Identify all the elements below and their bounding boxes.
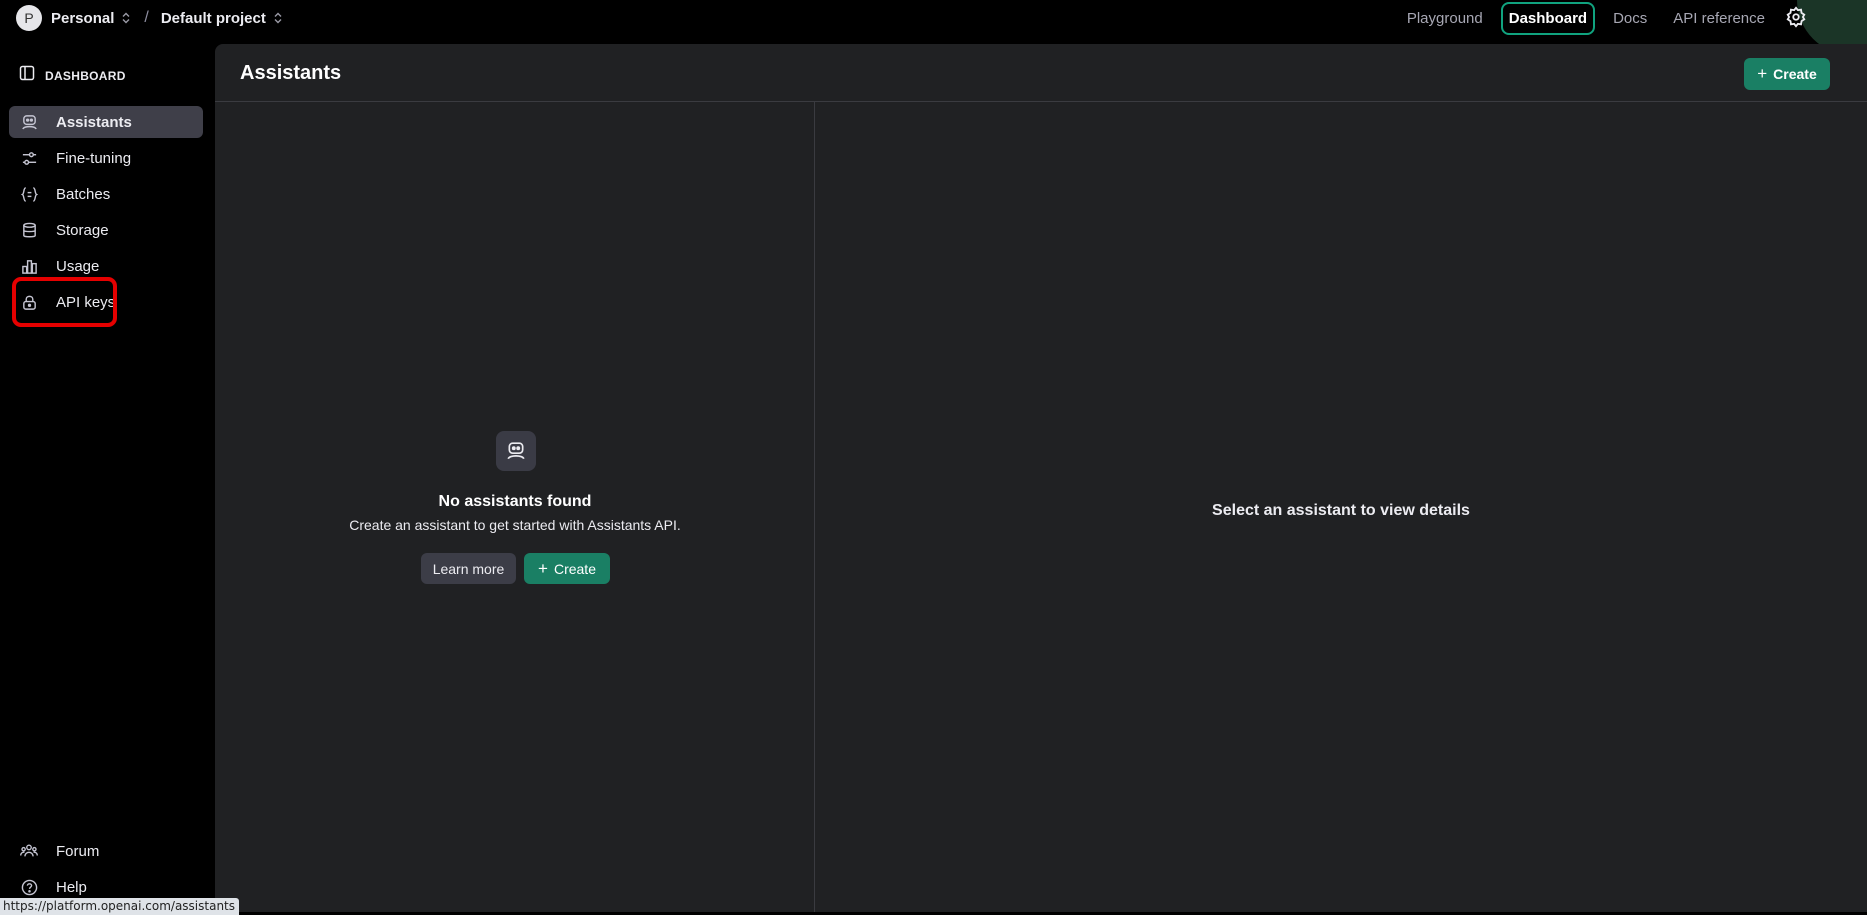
- sidebar-item-forum[interactable]: Forum: [9, 835, 203, 867]
- org-avatar[interactable]: P: [16, 5, 42, 31]
- help-circle-icon: [20, 878, 38, 896]
- sidebar-heading-label: DASHBOARD: [45, 68, 126, 83]
- sidebar-item-label: Storage: [56, 221, 109, 239]
- create-assistant-button[interactable]: + Create: [1744, 58, 1830, 90]
- sidebar-item-label: Usage: [56, 257, 100, 275]
- sliders-icon: [20, 149, 38, 167]
- sidebar-item-label: Assistants: [56, 113, 132, 131]
- top-nav: Playground Dashboard Docs API reference: [1389, 1, 1773, 35]
- settings-gear-icon[interactable]: [1785, 6, 1807, 28]
- braces-icon: [20, 185, 38, 203]
- plus-icon: +: [1757, 64, 1768, 83]
- empty-state-title: No assistants found: [438, 493, 592, 510]
- assistant-list-pane: No assistants found Create an assistant …: [215, 102, 815, 912]
- sidebar-item-label: Help: [56, 878, 87, 896]
- status-bar-url: https://platform.openai.com/assistants: [0, 898, 240, 915]
- database-icon: [20, 221, 38, 239]
- nav-api-reference[interactable]: API reference: [1665, 4, 1773, 33]
- sidebar-heading[interactable]: DASHBOARD: [19, 65, 126, 86]
- main-panel: Assistants + Create No assistants found …: [215, 44, 1867, 912]
- sidebar-item-label: Fine-tuning: [56, 149, 132, 167]
- project-chevron-updown-icon[interactable]: [274, 12, 282, 24]
- bar-chart-icon: [20, 257, 38, 275]
- robot-icon: [20, 113, 38, 131]
- detail-placeholder: Select an assistant to view details: [1212, 502, 1470, 519]
- learn-more-button[interactable]: Learn more: [421, 553, 516, 584]
- create-button-label: Create: [1773, 66, 1817, 82]
- sidebar: DASHBOARD Assistants Fine-tuning Batches: [0, 36, 215, 915]
- main-header: Assistants + Create: [215, 44, 1867, 102]
- sidebar-item-assistants[interactable]: Assistants: [9, 106, 203, 138]
- org-project-switcher: P Personal / Default project: [16, 5, 282, 31]
- sidebar-panel-icon: [19, 65, 35, 86]
- robot-icon: [496, 431, 536, 471]
- empty-state-subtitle: Create an assistant to get started with …: [349, 517, 681, 533]
- top-bar: P Personal / Default project Playground …: [0, 0, 1867, 55]
- sidebar-item-fine-tuning[interactable]: Fine-tuning: [9, 142, 203, 174]
- create-button-label: Create: [553, 560, 596, 577]
- red-highlight-annotation: [12, 277, 117, 327]
- people-icon: [20, 842, 38, 860]
- org-chevron-updown-icon[interactable]: [122, 12, 130, 24]
- plus-icon: +: [538, 558, 548, 578]
- nav-dashboard[interactable]: Dashboard: [1500, 1, 1596, 35]
- sidebar-item-batches[interactable]: Batches: [9, 178, 203, 210]
- empty-state-actions: Learn more + Create: [421, 553, 610, 584]
- sidebar-item-label: Forum: [56, 842, 100, 860]
- project-name[interactable]: Default project: [161, 10, 266, 27]
- nav-docs[interactable]: Docs: [1605, 4, 1655, 33]
- sidebar-item-label: Batches: [56, 185, 111, 203]
- breadcrumb-separator: /: [144, 9, 149, 26]
- org-name[interactable]: Personal: [51, 10, 114, 27]
- empty-create-button[interactable]: + Create: [524, 553, 610, 584]
- sidebar-item-storage[interactable]: Storage: [9, 214, 203, 246]
- page-title: Assistants: [240, 62, 342, 84]
- nav-playground[interactable]: Playground: [1399, 4, 1491, 33]
